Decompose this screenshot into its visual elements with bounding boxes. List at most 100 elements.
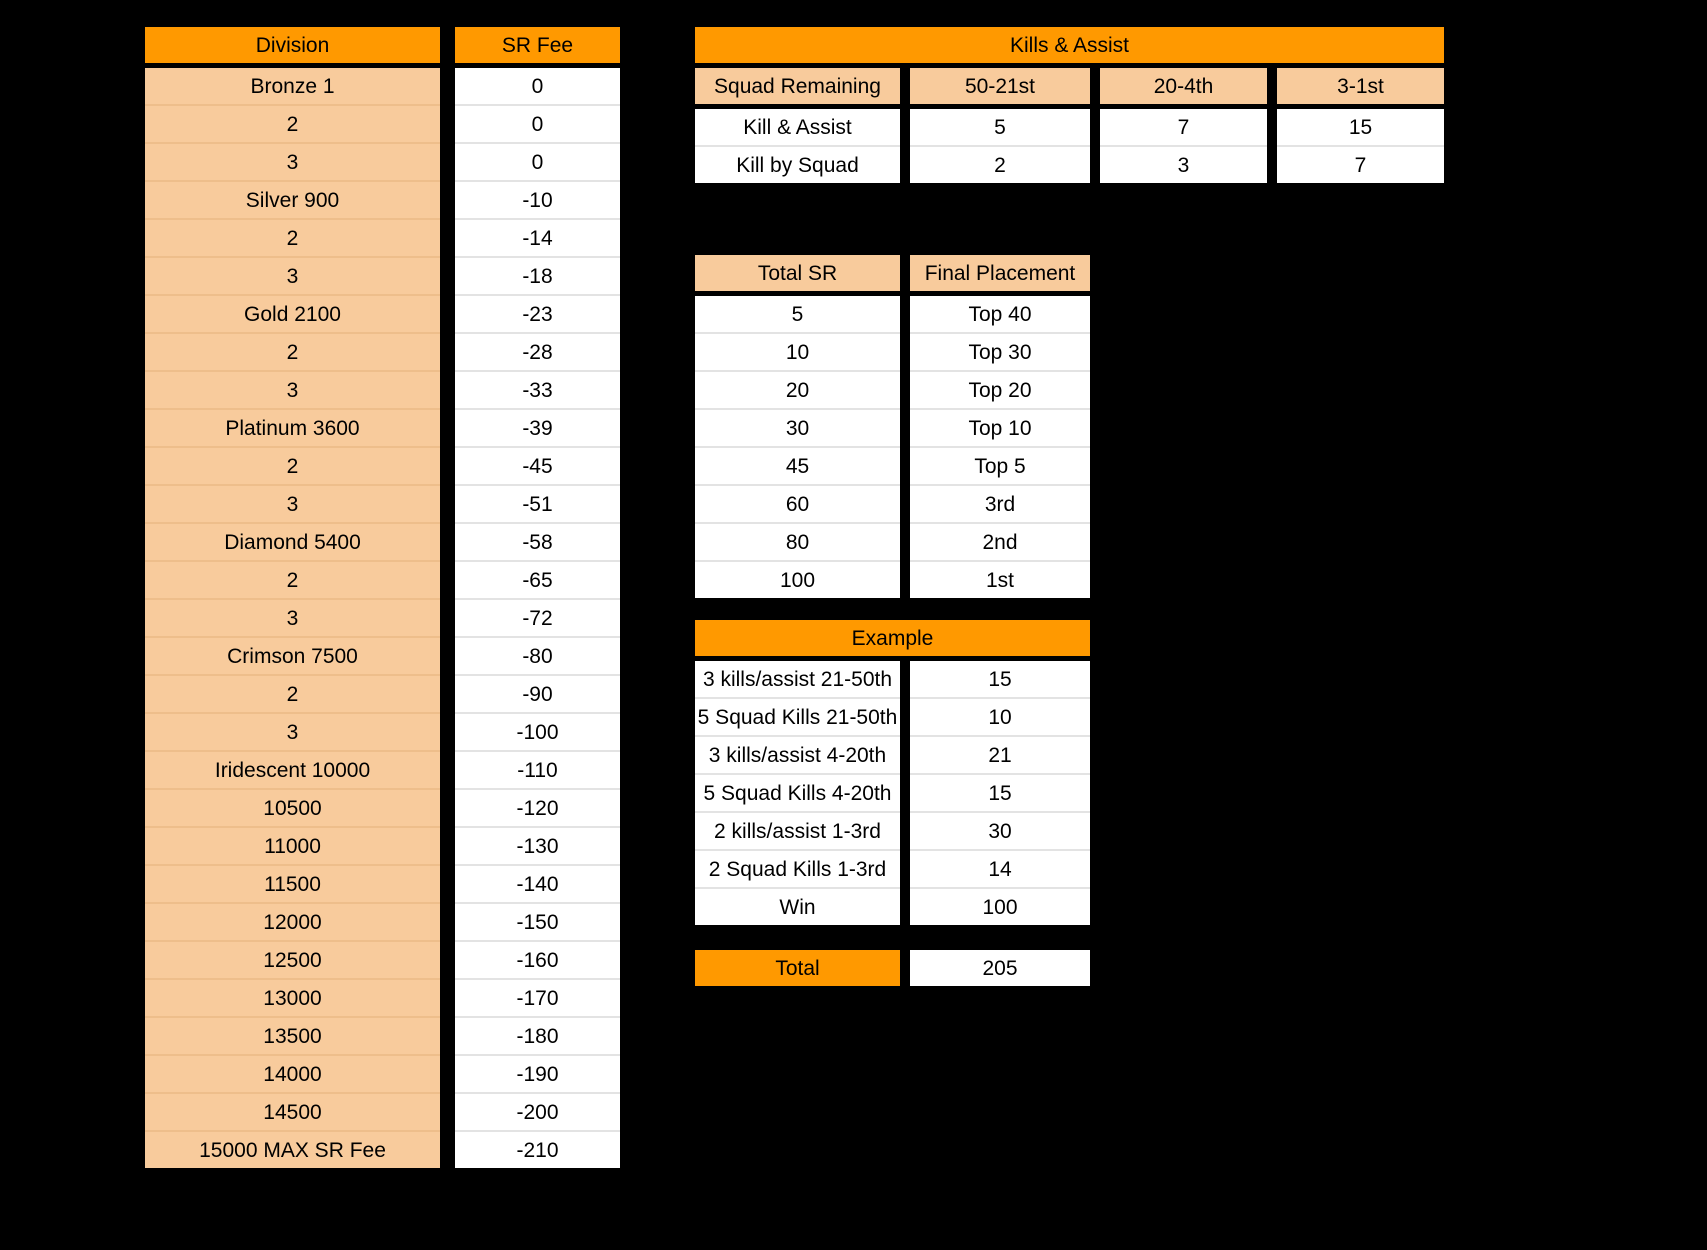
division-sr-fee-table: Division SR Fee Bronze 1 0 2 0 3 0 Silver 900 -10… [140, 22, 625, 1173]
column-gap [442, 219, 453, 257]
cell-division: 2 [140, 218, 445, 257]
table-row: 45 Top 5 [690, 446, 1095, 485]
cell-example-value: 15 [905, 773, 1095, 812]
cell-division: Diamond 5400 [140, 522, 445, 561]
table-row: 2 -65 [140, 560, 625, 599]
column-header-sr-fee: SR Fee [450, 22, 625, 68]
cell-sr-fee: -130 [450, 826, 625, 865]
table-row: 3 -72 [140, 598, 625, 637]
cell-division: Silver 900 [140, 180, 445, 219]
cell-sr-fee: -65 [450, 560, 625, 599]
cell-total-sr: 45 [690, 446, 905, 485]
cell-1: 2 [905, 145, 1095, 188]
column-header-division: Division [140, 22, 445, 68]
column-gap [442, 295, 453, 333]
cell-sr-fee: -39 [450, 408, 625, 447]
column-header-0: Squad Remaining [690, 63, 905, 109]
column-gap [442, 1055, 453, 1093]
table-row: 100 1st [690, 560, 1095, 603]
column-gap [442, 941, 453, 979]
cell-sr-fee: -160 [450, 940, 625, 979]
cell-division: 3 [140, 370, 445, 409]
total-summary-table: Total 205 [690, 945, 1095, 991]
table-row: 20 [140, 104, 625, 143]
column-header-2: 20-4th [1095, 63, 1272, 109]
cell-sr-fee: -110 [450, 750, 625, 789]
cell-division: 3 [140, 598, 445, 637]
table-row: 2 kills/assist 1-3rd 30 [690, 811, 1095, 850]
cell-division: 3 [140, 256, 445, 295]
cell-division: Bronze 1 [140, 65, 445, 105]
table-row: Kill by Squad 2 3 7 [690, 145, 1449, 188]
cell-division: 2 [140, 446, 445, 485]
cell-total-sr: 100 [690, 560, 905, 603]
cell-example-value: 100 [905, 887, 1095, 930]
cell-division: 12000 [140, 902, 445, 941]
column-gap [442, 523, 453, 561]
cell-sr-fee: -180 [450, 1016, 625, 1055]
cell-3: 15 [1272, 106, 1449, 146]
cell-sr-fee: -51 [450, 484, 625, 523]
column-gap [442, 1131, 453, 1171]
total-value: 205 [905, 945, 1095, 991]
cell-example-value: 15 [905, 658, 1095, 698]
cell-0: Kill by Squad [690, 145, 905, 188]
cell-division: 11000 [140, 826, 445, 865]
table-row: 3 -51 [140, 484, 625, 523]
cell-total-sr: 60 [690, 484, 905, 523]
table-row: 80 2nd [690, 522, 1095, 561]
cell-sr-fee: -140 [450, 864, 625, 903]
table-row: Gold 2100 -23 [140, 294, 625, 333]
cell-total-sr: 20 [690, 370, 905, 409]
cell-division: 15000 MAX SR Fee [140, 1130, 445, 1173]
cell-sr-fee: -90 [450, 674, 625, 713]
cell-sr-fee: 0 [450, 104, 625, 143]
column-gap [442, 65, 453, 105]
column-gap [442, 599, 453, 637]
cell-sr-fee: 0 [450, 142, 625, 181]
column-gap [442, 333, 453, 371]
cell-division: 13000 [140, 978, 445, 1017]
cell-division: 13500 [140, 1016, 445, 1055]
cell-example-label: 3 kills/assist 21-50th [690, 658, 905, 698]
table-row: 5 Squad Kills 4-20th 15 [690, 773, 1095, 812]
kills-assist-title-row: Kills & Assist [690, 22, 1449, 68]
total-label: Total [690, 945, 905, 991]
cell-sr-fee: -200 [450, 1092, 625, 1131]
cell-example-label: 2 kills/assist 1-3rd [690, 811, 905, 850]
cell-division: Platinum 3600 [140, 408, 445, 447]
cell-division: 2 [140, 104, 445, 143]
cell-sr-fee: -190 [450, 1054, 625, 1093]
cell-sr-fee: -150 [450, 902, 625, 941]
cell-sr-fee: 0 [450, 65, 625, 105]
kills-assist-title: Kills & Assist [690, 22, 1449, 68]
cell-example-label: Win [690, 887, 905, 930]
column-gap [442, 713, 453, 751]
table-row: 12500 -160 [140, 940, 625, 979]
column-gap [442, 371, 453, 409]
cell-example-label: 3 kills/assist 4-20th [690, 735, 905, 774]
cell-final-placement: Top 30 [905, 332, 1095, 371]
column-gap [442, 181, 453, 219]
table-row: 5 Squad Kills 21-50th 10 [690, 697, 1095, 736]
cell-total-sr: 5 [690, 293, 905, 333]
division-table-body: Division SR Fee Bronze 1 0 2 0 3 0 Silver 900 -10… [140, 22, 625, 1173]
kills-assist-table: Kills & Assist Squad Remaining 50-21st 20-4… [690, 22, 1449, 188]
cell-sr-fee: -28 [450, 332, 625, 371]
column-gap [442, 789, 453, 827]
cell-division: 3 [140, 484, 445, 523]
table-row: 14000 -190 [140, 1054, 625, 1093]
cell-sr-fee: -72 [450, 598, 625, 637]
total-sr-table-body: Total SR Final Placement 5 Top 40 10 Top 30 20… [690, 250, 1095, 603]
column-gap [442, 979, 453, 1017]
cell-sr-fee: -170 [450, 978, 625, 1017]
example-title: Example [690, 615, 1095, 661]
table-row: 3 -100 [140, 712, 625, 751]
cell-1: 5 [905, 106, 1095, 146]
table-row: 2 Squad Kills 1-3rd 14 [690, 849, 1095, 888]
table-row: 15000 MAX SR Fee -210 [140, 1130, 625, 1173]
cell-total-sr: 10 [690, 332, 905, 371]
example-table-body: Example 3 kills/assist 21-50th 15 5 Squad K… [690, 615, 1095, 930]
cell-final-placement: 3rd [905, 484, 1095, 523]
cell-sr-fee: -10 [450, 180, 625, 219]
